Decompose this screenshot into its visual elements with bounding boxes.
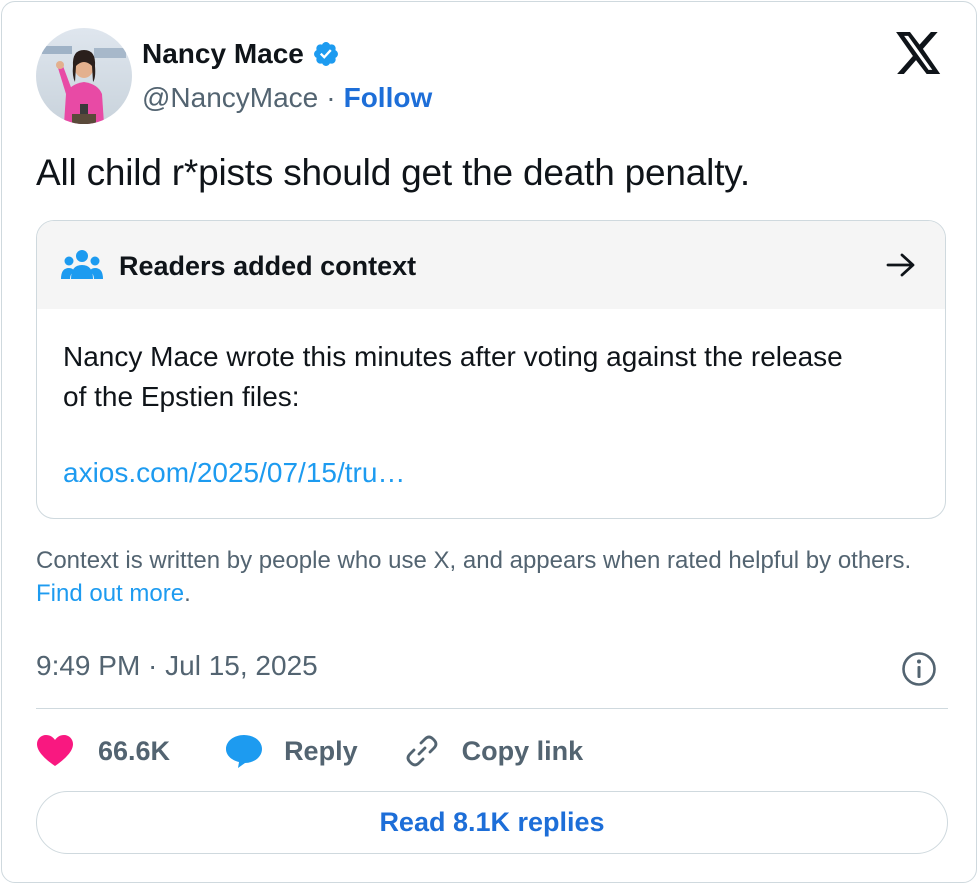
tweet-text: All child r*pists should get the death p… [36, 152, 750, 193]
reply-bubble-icon [226, 735, 263, 768]
tweet-card: Nancy Mace @NancyMace · Follow All child… [1, 1, 977, 883]
community-note-link[interactable]: axios.com/2025/07/15/tru… [63, 457, 405, 489]
copy-link-button[interactable]: Copy link [404, 733, 584, 769]
find-out-more-link[interactable]: Find out more [36, 580, 184, 607]
action-bar: 66.6K Reply Copy link [36, 728, 583, 774]
context-disclaimer-text: Context is written by people who use X, … [36, 547, 912, 574]
read-replies-button[interactable]: Read 8.1K replies [36, 791, 948, 854]
community-note-title: Readers added context [119, 251, 417, 281]
reply-button[interactable]: Reply [224, 733, 358, 769]
author-name[interactable]: Nancy Mace [142, 38, 304, 70]
separator-dot: · [326, 82, 336, 113]
tweet-timestamp[interactable]: 9:49 PM · Jul 15, 2025 [36, 650, 318, 682]
like-button[interactable]: 66.6K [36, 734, 170, 768]
arrow-right-icon[interactable] [885, 251, 917, 279]
like-count: 66.6K [98, 735, 171, 766]
divider [36, 708, 948, 709]
people-group-icon [61, 249, 103, 283]
avatar[interactable] [36, 28, 132, 124]
info-icon[interactable] [900, 650, 938, 688]
reply-label: Reply [284, 735, 358, 766]
link-icon [406, 735, 437, 767]
community-note-header[interactable]: Readers added context [37, 221, 945, 309]
heart-icon [37, 735, 73, 766]
copy-link-label: Copy link [461, 735, 584, 766]
context-disclaimer: Context is written by people who use X, … [36, 544, 956, 610]
context-disclaimer-period: . [184, 580, 191, 607]
follow-button[interactable]: Follow [344, 82, 433, 114]
author-handle-row: @NancyMace · Follow [142, 82, 432, 114]
author-handle[interactable]: @NancyMace [142, 82, 318, 114]
community-note[interactable]: Readers added context Nancy Mace wrote t… [36, 220, 946, 519]
x-logo-icon[interactable] [896, 32, 942, 74]
verified-badge-icon [312, 40, 340, 68]
author-name-row: Nancy Mace [142, 38, 340, 70]
community-note-body: Nancy Mace wrote this minutes after voti… [63, 341, 843, 412]
